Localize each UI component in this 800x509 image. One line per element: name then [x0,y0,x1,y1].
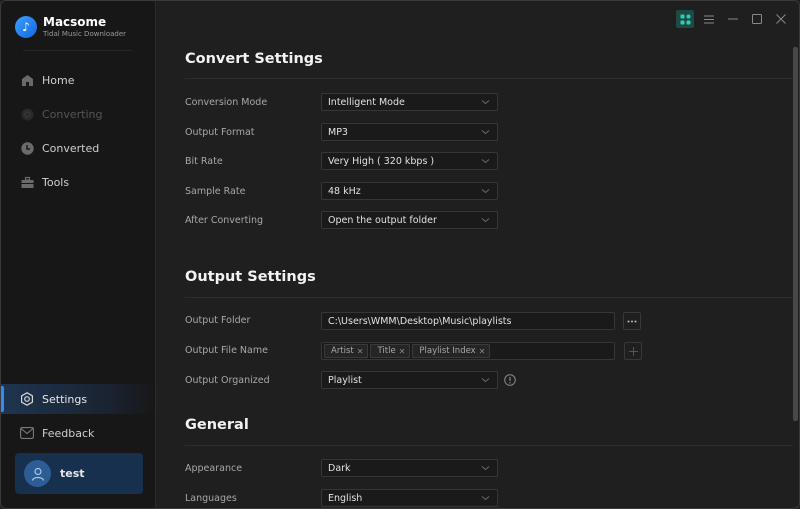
chevron-down-icon [481,189,490,194]
after-converting-value: Open the output folder [328,214,437,226]
after-converting-select[interactable]: Open the output folder [321,211,498,229]
sidebar-item-converted[interactable]: Converted [1,133,155,163]
output-format-value: MP3 [328,126,348,138]
remove-tag-icon[interactable]: ✕ [357,347,364,356]
output-file-name-field[interactable]: Artist ✕ Title ✕ Playlist Index ✕ [321,342,615,360]
output-organized-select[interactable]: Playlist [321,371,498,389]
sidebar-item-label: Converted [42,141,100,155]
user-name: test [60,467,85,480]
conversion-mode-select[interactable]: Intelligent Mode [321,93,498,111]
sidebar-item-label: Settings [42,392,88,406]
scrollbar-thumb[interactable] [793,47,798,421]
appearance-value: Dark [328,462,351,474]
home-icon [20,73,34,87]
conversion-mode-value: Intelligent Mode [328,96,405,108]
chevron-down-icon [481,218,490,223]
section-divider [185,78,793,79]
plus-icon [628,346,638,356]
sidebar-item-label: Tools [42,175,70,189]
section-title-output: Output Settings [185,269,316,285]
app-window: ♪ Macsome Tidal Music Downloader Home Co… [0,0,800,509]
section-divider [185,445,793,446]
bit-rate-label: Bit Rate [185,156,223,167]
output-folder-label: Output Folder [185,315,251,326]
converting-icon [20,107,34,121]
app-logo-icon: ♪ [15,16,37,38]
sample-rate-value: 48 kHz [328,185,361,197]
app-subtitle: Tidal Music Downloader [43,30,127,38]
sidebar-item-converting: Converting [1,99,155,129]
sample-rate-label: Sample Rate [185,186,246,197]
sidebar-item-home[interactable]: Home [1,65,155,95]
output-organized-value: Playlist [328,374,362,386]
appearance-select[interactable]: Dark [321,459,498,477]
sidebar-item-tools[interactable]: Tools [1,167,155,197]
bit-rate-select[interactable]: Very High ( 320 kbps ) [321,152,498,170]
bit-rate-value: Very High ( 320 kbps ) [328,155,435,167]
clock-icon [20,141,34,155]
section-title-convert: Convert Settings [185,51,323,67]
brand: ♪ Macsome Tidal Music Downloader [15,15,126,39]
languages-label: Languages [185,493,237,504]
languages-select[interactable]: English [321,489,498,507]
user-card[interactable]: test [15,453,143,494]
sidebar-item-label: Home [42,73,75,87]
mail-icon [20,426,34,440]
remove-tag-icon[interactable]: ✕ [479,347,486,356]
output-file-name-label: Output File Name [185,345,268,356]
conversion-mode-label: Conversion Mode [185,97,268,108]
brand-divider [23,50,133,51]
sample-rate-select[interactable]: 48 kHz [321,182,498,200]
info-icon[interactable] [504,374,516,386]
chevron-down-icon [481,130,490,135]
output-folder-input[interactable]: C:\Users\WMM\Desktop\Music\playlists [321,312,615,330]
add-tag-button[interactable] [624,342,642,360]
sidebar-item-label: Converting [42,107,103,121]
sidebar-item-label: Feedback [42,426,95,440]
chevron-down-icon [481,100,490,105]
sidebar-item-settings[interactable]: Settings [1,384,155,414]
appearance-label: Appearance [185,463,243,474]
file-name-tag-playlist-index: Playlist Index ✕ [412,344,491,358]
output-format-select[interactable]: MP3 [321,123,498,141]
sidebar: ♪ Macsome Tidal Music Downloader Home Co… [1,1,156,508]
sidebar-item-feedback[interactable]: Feedback [1,418,155,448]
settings-panel: Convert Settings Conversion Mode Intelli… [157,1,793,508]
after-converting-label: After Converting [185,215,264,226]
output-format-label: Output Format [185,127,255,138]
toolbox-icon [20,175,34,189]
chevron-down-icon [481,496,490,501]
section-title-general: General [185,417,249,433]
chevron-down-icon [481,159,490,164]
avatar [24,460,51,487]
app-name: Macsome [43,15,107,29]
output-organized-label: Output Organized [185,375,270,386]
chevron-down-icon [481,466,490,471]
user-icon [31,467,44,481]
languages-value: English [328,492,363,504]
file-name-tag-title: Title ✕ [370,344,411,358]
section-divider [185,297,793,298]
remove-tag-icon[interactable]: ✕ [399,347,406,356]
more-icon [627,320,637,322]
output-folder-value: C:\Users\WMM\Desktop\Music\playlists [328,315,512,327]
browse-folder-button[interactable] [623,312,641,330]
file-name-tag-artist: Artist ✕ [324,344,369,358]
chevron-down-icon [481,378,490,383]
settings-icon [20,392,34,406]
